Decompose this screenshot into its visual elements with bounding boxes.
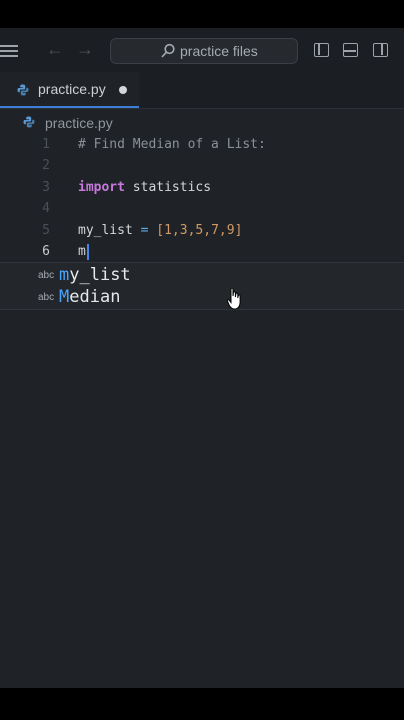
list-close-bracket: ] bbox=[234, 223, 243, 238]
text-kind-icon: abc bbox=[38, 292, 55, 303]
list-values: 1,3,5,7,9 bbox=[164, 223, 235, 238]
code-text: import statistics bbox=[78, 177, 211, 199]
suggestion-item[interactable]: abc my_list bbox=[0, 264, 404, 286]
code-line: 2 bbox=[0, 155, 404, 177]
variable-name: my_list bbox=[78, 223, 133, 238]
code-line: 3 import statistics bbox=[0, 177, 404, 199]
line-number: 1 bbox=[42, 137, 50, 152]
bottom-border bbox=[0, 688, 404, 720]
panel-toggle-icon[interactable] bbox=[343, 43, 358, 57]
code-line: 4 bbox=[0, 198, 404, 220]
suggestion-label: Median bbox=[59, 286, 120, 308]
suggestion-match: M bbox=[59, 287, 70, 307]
line-number: 6 bbox=[42, 244, 50, 259]
forward-arrow-icon[interactable]: → bbox=[75, 38, 95, 60]
tab-bar: practice.py bbox=[0, 72, 404, 109]
top-border bbox=[0, 0, 404, 28]
keyword-import: import bbox=[78, 180, 125, 195]
code-editor[interactable]: 1 # Find Median of a List: 2 3 import st… bbox=[0, 134, 404, 688]
suggestion-label: my_list bbox=[59, 264, 131, 286]
hand-cursor-icon bbox=[227, 287, 241, 310]
text-caret bbox=[86, 243, 89, 260]
breadcrumb-file[interactable]: practice.py bbox=[45, 115, 113, 131]
line-number: 3 bbox=[42, 180, 50, 195]
text-kind-icon: abc bbox=[38, 270, 55, 281]
editor-window: ← → practice files practice.py practice.… bbox=[0, 0, 404, 720]
command-search-box[interactable]: practice files bbox=[110, 38, 298, 64]
tab-label: practice.py bbox=[38, 81, 106, 97]
back-arrow-icon[interactable]: ← bbox=[45, 38, 65, 60]
tab-practice-py[interactable]: practice.py bbox=[0, 72, 139, 108]
typed-text: m bbox=[78, 244, 86, 259]
suggestion-item[interactable]: abc Median bbox=[0, 286, 404, 308]
code-text: my_list = [1,3,5,7,9] bbox=[78, 220, 242, 242]
code-text: m bbox=[78, 241, 89, 263]
code-line: 1 # Find Median of a List: bbox=[0, 134, 404, 156]
title-bar: ← → practice files bbox=[0, 28, 404, 72]
line-number: 4 bbox=[42, 201, 50, 216]
sidebar-toggle-icon[interactable] bbox=[314, 43, 329, 57]
code-text: # Find Median of a List: bbox=[78, 137, 266, 152]
suggestion-rest: y_list bbox=[69, 265, 131, 285]
suggestion-match: m bbox=[59, 265, 70, 285]
list-open-bracket: [ bbox=[156, 223, 165, 238]
unsaved-dot-icon[interactable] bbox=[119, 86, 127, 94]
search-icon bbox=[161, 43, 175, 58]
assign-operator: = bbox=[132, 223, 157, 238]
line-number: 2 bbox=[42, 158, 50, 173]
autocomplete-popup: abc my_list abc Median bbox=[0, 262, 404, 310]
module-name: statistics bbox=[124, 180, 212, 195]
suggestion-rest: edian bbox=[69, 287, 121, 307]
code-line-active: 6 m bbox=[0, 241, 404, 263]
search-placeholder: practice files bbox=[180, 43, 258, 59]
hamburger-icon[interactable] bbox=[0, 45, 18, 57]
breadcrumb: practice.py bbox=[0, 112, 404, 134]
split-editor-icon[interactable] bbox=[373, 43, 388, 57]
code-line: 5 my_list = [1,3,5,7,9] bbox=[0, 220, 404, 242]
python-file-icon bbox=[23, 116, 35, 128]
python-file-icon bbox=[17, 84, 29, 96]
line-number: 5 bbox=[42, 223, 50, 238]
